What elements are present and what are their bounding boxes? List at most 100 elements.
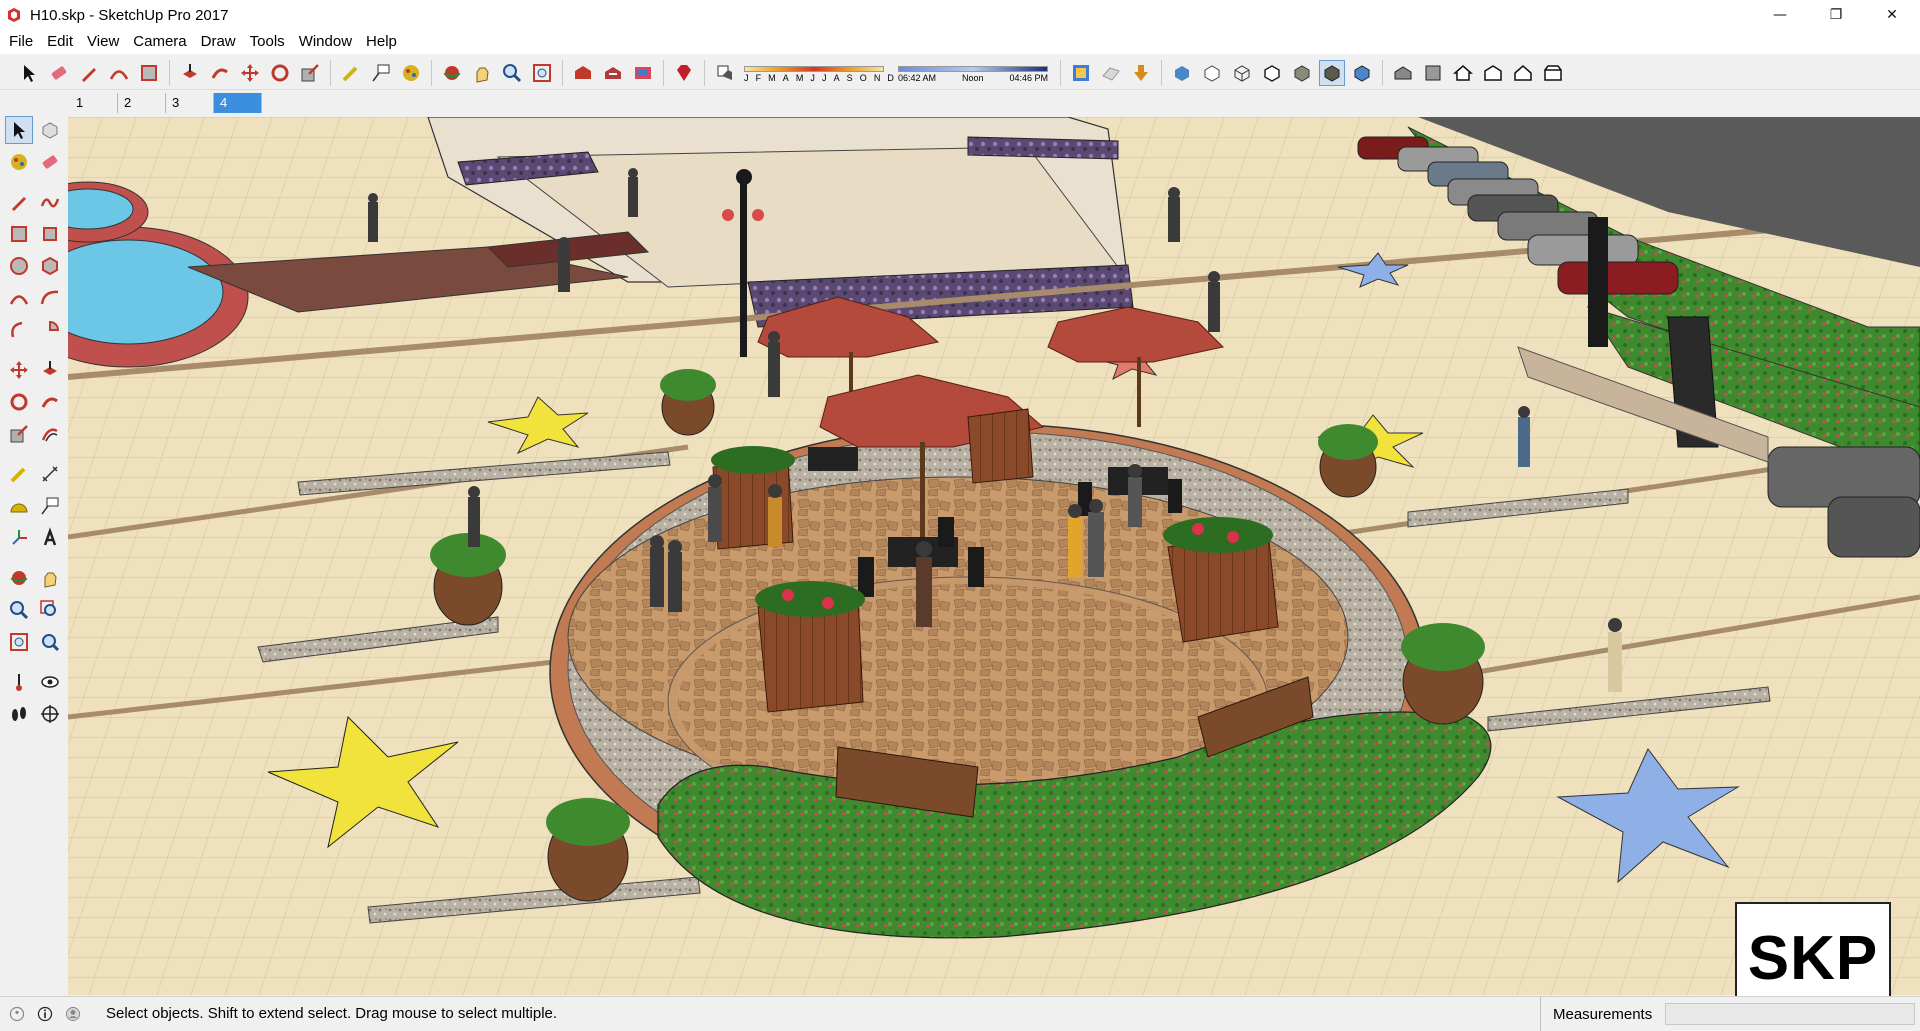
scene-tab-4[interactable]: 4 <box>214 93 262 113</box>
menu-draw[interactable]: Draw <box>194 30 243 54</box>
eraser-icon[interactable] <box>46 60 72 86</box>
shaded-icon[interactable] <box>1289 60 1315 86</box>
protractor-icon[interactable] <box>5 492 33 520</box>
toolbar-separator <box>431 59 432 86</box>
maximize-button[interactable]: ❐ <box>1808 0 1864 30</box>
fog-icon[interactable] <box>1098 60 1124 86</box>
rotate-icon[interactable] <box>5 388 33 416</box>
paint-bucket-icon[interactable] <box>5 148 33 176</box>
share-model-icon[interactable] <box>600 60 626 86</box>
geo-location-icon[interactable] <box>6 1003 28 1025</box>
arc-icon[interactable] <box>106 60 132 86</box>
month-slider[interactable]: J F M A M J J A S O N D <box>744 65 894 83</box>
follow-me-icon[interactable] <box>36 388 64 416</box>
orbit-icon[interactable] <box>5 564 33 592</box>
select-icon[interactable] <box>5 116 33 144</box>
shaded-textures-icon[interactable] <box>1319 59 1345 86</box>
xray-icon[interactable] <box>1169 60 1195 86</box>
back-edges-icon[interactable] <box>1199 60 1225 86</box>
rotated-rectangle-icon[interactable] <box>36 220 64 248</box>
toolbar-separator <box>1060 59 1061 86</box>
zoom-extents-icon[interactable] <box>529 60 555 86</box>
pan-icon[interactable] <box>36 564 64 592</box>
zoom-icon[interactable] <box>499 60 525 86</box>
iso-view-icon[interactable] <box>1390 60 1416 86</box>
dimension-icon[interactable] <box>36 460 64 488</box>
push-pull-icon[interactable] <box>177 60 203 86</box>
arc-icon[interactable] <box>5 284 33 312</box>
rectangle-icon[interactable] <box>5 220 33 248</box>
move-icon[interactable] <box>237 60 263 86</box>
two-point-arc-icon[interactable] <box>36 284 64 312</box>
extension-warehouse-icon[interactable] <box>630 60 656 86</box>
menu-help[interactable]: Help <box>359 30 404 54</box>
scene-tab-2[interactable]: 2 <box>118 93 166 113</box>
menu-tools[interactable]: Tools <box>243 30 292 54</box>
rotate-icon[interactable] <box>267 60 293 86</box>
3d-text-icon[interactable] <box>36 524 64 552</box>
circle-icon[interactable] <box>5 252 33 280</box>
menu-camera[interactable]: Camera <box>126 30 193 54</box>
make-component-icon[interactable] <box>36 116 64 144</box>
tape-measure-icon[interactable] <box>5 460 33 488</box>
wireframe-icon[interactable] <box>1229 60 1255 86</box>
orbit-icon[interactable] <box>439 60 465 86</box>
pencil-icon[interactable] <box>76 60 102 86</box>
modeling-viewport[interactable] <box>68 117 1920 995</box>
hidden-line-icon[interactable] <box>1259 60 1285 86</box>
menu-window[interactable]: Window <box>292 30 359 54</box>
select-icon[interactable] <box>16 60 42 86</box>
line-icon[interactable] <box>5 188 33 216</box>
rectangle-icon[interactable] <box>136 60 162 86</box>
push-pull-icon[interactable] <box>36 356 64 384</box>
paint-bucket-icon[interactable] <box>398 60 424 86</box>
close-button[interactable]: ✕ <box>1864 0 1920 30</box>
pan-icon[interactable] <box>469 60 495 86</box>
minimize-button[interactable]: — <box>1752 0 1808 30</box>
measurements-input[interactable] <box>1665 1003 1915 1025</box>
month-label: J <box>821 72 827 83</box>
scene-tab-3[interactable]: 3 <box>166 93 214 113</box>
follow-me-icon[interactable] <box>207 60 233 86</box>
walk-icon[interactable] <box>5 700 33 728</box>
scale-icon[interactable] <box>5 420 33 448</box>
sketchup-logo-icon <box>8 8 20 22</box>
pie-icon[interactable] <box>36 316 64 344</box>
eraser-icon[interactable] <box>36 148 64 176</box>
shadows-toggle-icon[interactable] <box>712 60 738 86</box>
info-icon[interactable] <box>34 1003 56 1025</box>
position-camera-icon[interactable] <box>5 668 33 696</box>
three-point-arc-icon[interactable] <box>5 316 33 344</box>
right-view-icon[interactable] <box>1480 60 1506 86</box>
ruby-icon[interactable] <box>671 60 697 86</box>
axes-icon[interactable] <box>5 524 33 552</box>
text-icon[interactable] <box>36 492 64 520</box>
back-view-icon[interactable] <box>1510 60 1536 86</box>
import-icon[interactable] <box>1128 60 1154 86</box>
zoom-window-icon[interactable] <box>36 596 64 624</box>
left-view-icon[interactable] <box>1540 60 1566 86</box>
scene-tab-1[interactable]: 1 <box>70 93 118 113</box>
monochrome-icon[interactable] <box>1349 60 1375 86</box>
menu-edit[interactable]: Edit <box>40 30 80 54</box>
menu-file[interactable]: File <box>2 30 40 54</box>
zoom-extents-icon[interactable] <box>5 628 33 656</box>
text-icon[interactable] <box>368 60 394 86</box>
tape-measure-icon[interactable] <box>338 60 364 86</box>
move-icon[interactable] <box>5 356 33 384</box>
scale-icon[interactable] <box>297 60 323 86</box>
zoom-icon[interactable] <box>5 596 33 624</box>
freehand-icon[interactable] <box>36 188 64 216</box>
offset-icon[interactable] <box>36 420 64 448</box>
user-account-icon[interactable] <box>62 1003 84 1025</box>
previous-view-icon[interactable] <box>36 628 64 656</box>
top-view-icon[interactable] <box>1420 60 1446 86</box>
look-around-icon[interactable] <box>36 668 64 696</box>
section-plane-icon[interactable] <box>36 700 64 728</box>
menu-view[interactable]: View <box>80 30 126 54</box>
front-view-icon[interactable] <box>1450 60 1476 86</box>
model-info-icon[interactable] <box>1068 60 1094 86</box>
warehouse-icon[interactable] <box>570 60 596 86</box>
time-slider[interactable]: 06:42 AM Noon 04:46 PM <box>898 65 1048 83</box>
polygon-icon[interactable] <box>36 252 64 280</box>
